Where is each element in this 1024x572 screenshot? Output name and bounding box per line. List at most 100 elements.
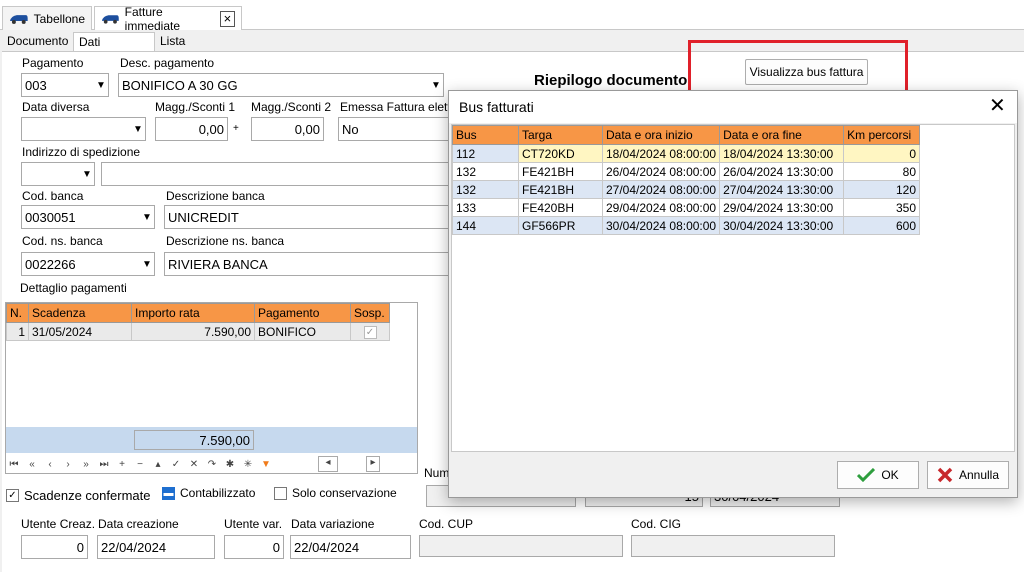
cod-ns-banca-value: 0022266: [25, 256, 76, 272]
contabilizzato-checkbox[interactable]: ▬ Contabilizzato: [162, 486, 255, 500]
cell-targa: GF566PR: [518, 216, 603, 235]
refresh-icon[interactable]: ↷: [206, 459, 218, 470]
utente-var-label: Utente var.: [224, 517, 283, 531]
cod-cig-label: Cod. CIG: [631, 517, 682, 531]
cell-fine: 27/04/2024 13:30:00: [719, 180, 845, 199]
col-targa[interactable]: Targa: [518, 125, 603, 145]
cell-km: 120: [843, 180, 920, 199]
desc-ns-banca-label: Descrizione ns. banca: [166, 234, 285, 248]
magg1-input[interactable]: 0,00: [155, 117, 228, 141]
pagamento-select[interactable]: 003 ▼: [21, 73, 109, 97]
table-row[interactable]: 132 FE421BH 26/04/2024 08:00:00 26/04/20…: [452, 162, 920, 181]
cod-ns-banca-label: Cod. ns. banca: [22, 234, 103, 248]
data-diversa-picker[interactable]: ▼: [21, 117, 146, 141]
table-row[interactable]: 132 FE421BH 27/04/2024 08:00:00 27/04/20…: [452, 180, 920, 199]
filter-icon[interactable]: ▼: [260, 459, 272, 470]
first-record-icon[interactable]: ⏮: [8, 459, 20, 470]
col-inizio[interactable]: Data e ora inizio: [601, 125, 721, 145]
cell-bus: 112: [452, 144, 519, 163]
annulla-button[interactable]: Annulla: [927, 461, 1009, 489]
tab-tabellone[interactable]: Tabellone: [2, 6, 92, 30]
data-variazione-field[interactable]: 22/04/2024: [290, 535, 411, 559]
next-record-icon[interactable]: ›: [62, 459, 74, 470]
cell-km: 600: [843, 216, 920, 235]
cod-cig-field[interactable]: [631, 535, 835, 557]
cell-importo: 7.590,00: [131, 322, 255, 341]
checkmark-icon: ✓: [6, 489, 19, 502]
col-pagamento[interactable]: Pagamento: [254, 303, 351, 323]
cod-banca-select[interactable]: 0030051 ▼: [21, 205, 155, 229]
utente-var-field[interactable]: 0: [224, 535, 284, 559]
chevron-down-icon: ▼: [133, 123, 143, 135]
col-sosp[interactable]: Sosp.: [350, 303, 390, 323]
cell-fine: 26/04/2024 13:30:00: [719, 162, 845, 181]
emessa-field[interactable]: No: [338, 117, 450, 141]
indirizzo-select[interactable]: ▼: [21, 162, 95, 186]
cancel-icon[interactable]: ✕: [188, 459, 200, 470]
table-row[interactable]: 112 CT720KD 18/04/2024 08:00:00 18/04/20…: [452, 144, 920, 163]
document-tab-bar: Tabellone Fatture immediate ×: [0, 0, 1024, 33]
asterisk-icon[interactable]: ✱: [224, 459, 236, 470]
cell-pagamento: BONIFICO: [254, 322, 351, 341]
col-bus[interactable]: Bus: [452, 125, 519, 145]
col-fine[interactable]: Data e ora fine: [719, 125, 845, 145]
table-header: N. Scadenza Importo rata Pagamento Sosp.: [6, 303, 390, 323]
last-record-icon[interactable]: ⏭: [98, 459, 110, 470]
close-icon[interactable]: ×: [219, 10, 235, 27]
desc-banca-label: Descrizione banca: [166, 189, 265, 203]
next-page-icon[interactable]: »: [80, 459, 92, 470]
cell-sosp[interactable]: ✓: [350, 322, 390, 341]
prev-page-icon[interactable]: «: [26, 459, 38, 470]
col-importo[interactable]: Importo rata: [131, 303, 255, 323]
desc-ns-banca-field[interactable]: RIVIERA BANCA: [164, 252, 450, 276]
cell-targa: FE421BH: [518, 180, 603, 199]
dettaglio-grid[interactable]: N. Scadenza Importo rata Pagamento Sosp.…: [5, 302, 418, 474]
bus-grid[interactable]: Bus Targa Data e ora inizio Data e ora f…: [451, 124, 1015, 452]
checkmark-icon: [857, 468, 876, 482]
bus-fatturati-dialog: Bus fatturati ✕ Bus Targa Data e ora ini…: [448, 90, 1018, 498]
desc-banca-field[interactable]: UNICREDIT: [164, 205, 450, 229]
scroll-left-icon[interactable]: ◂: [318, 456, 338, 472]
data-variazione-label: Data variazione: [291, 517, 375, 531]
solo-conservazione-checkbox[interactable]: Solo conservazione: [274, 486, 397, 500]
utente-creaz-field[interactable]: 0: [21, 535, 88, 559]
cell-inizio: 18/04/2024 08:00:00: [601, 144, 721, 163]
add-icon[interactable]: +: [116, 459, 128, 470]
scroll-right-icon[interactable]: ▸: [366, 456, 380, 472]
ok-button[interactable]: OK: [837, 461, 919, 489]
desc-pagamento-select[interactable]: BONIFICO A 30 GG ▼: [118, 73, 444, 97]
data-creazione-field[interactable]: 22/04/2024: [97, 535, 215, 559]
tab-fatture-immediate[interactable]: Fatture immediate ×: [94, 5, 242, 33]
empty-checkbox-icon: [274, 486, 287, 500]
tab-dati-generali[interactable]: Dati Generali: [73, 32, 155, 63]
cod-cup-label: Cod. CUP: [419, 517, 474, 531]
col-n[interactable]: N.: [6, 303, 29, 323]
visualizza-bus-fattura-button[interactable]: Visualizza bus fattura: [745, 59, 868, 85]
tab-documento[interactable]: Documento: [2, 32, 72, 52]
col-scadenza[interactable]: Scadenza: [28, 303, 132, 323]
tab-lista[interactable]: Lista: [155, 32, 199, 52]
table-row[interactable]: 144 GF566PR 30/04/2024 08:00:00 30/04/20…: [452, 216, 920, 235]
magg2-label: Magg./Sconti 2: [251, 100, 332, 114]
col-km[interactable]: Km percorsi: [843, 125, 920, 145]
scadenze-confermate-checkbox[interactable]: ✓ Scadenze confermate: [6, 488, 150, 503]
cod-ns-banca-select[interactable]: 0022266 ▼: [21, 252, 155, 276]
cell-bus: 144: [452, 216, 519, 235]
indirizzo-field[interactable]: [101, 162, 450, 186]
confirm-icon[interactable]: ✓: [170, 459, 182, 470]
chevron-down-icon: ▼: [431, 79, 441, 91]
star-icon[interactable]: ✳: [242, 459, 254, 470]
cell-fine: 30/04/2024 13:30:00: [719, 216, 845, 235]
close-icon[interactable]: ✕: [989, 96, 1006, 116]
cell-inizio: 30/04/2024 08:00:00: [601, 216, 721, 235]
magg2-input[interactable]: 0,00: [251, 117, 324, 141]
remove-icon[interactable]: −: [134, 459, 146, 470]
table-row[interactable]: 133 FE420BH 29/04/2024 08:00:00 29/04/20…: [452, 198, 920, 217]
cell-inizio: 29/04/2024 08:00:00: [601, 198, 721, 217]
annulla-label: Annulla: [958, 468, 1000, 482]
table-row[interactable]: 1 31/05/2024 7.590,00 BONIFICO ✓: [6, 322, 390, 341]
prev-record-icon[interactable]: ‹: [44, 459, 56, 470]
checkmark-icon: ▬: [162, 486, 175, 500]
cod-cup-field[interactable]: [419, 535, 623, 557]
up-icon[interactable]: ▴: [152, 459, 164, 470]
